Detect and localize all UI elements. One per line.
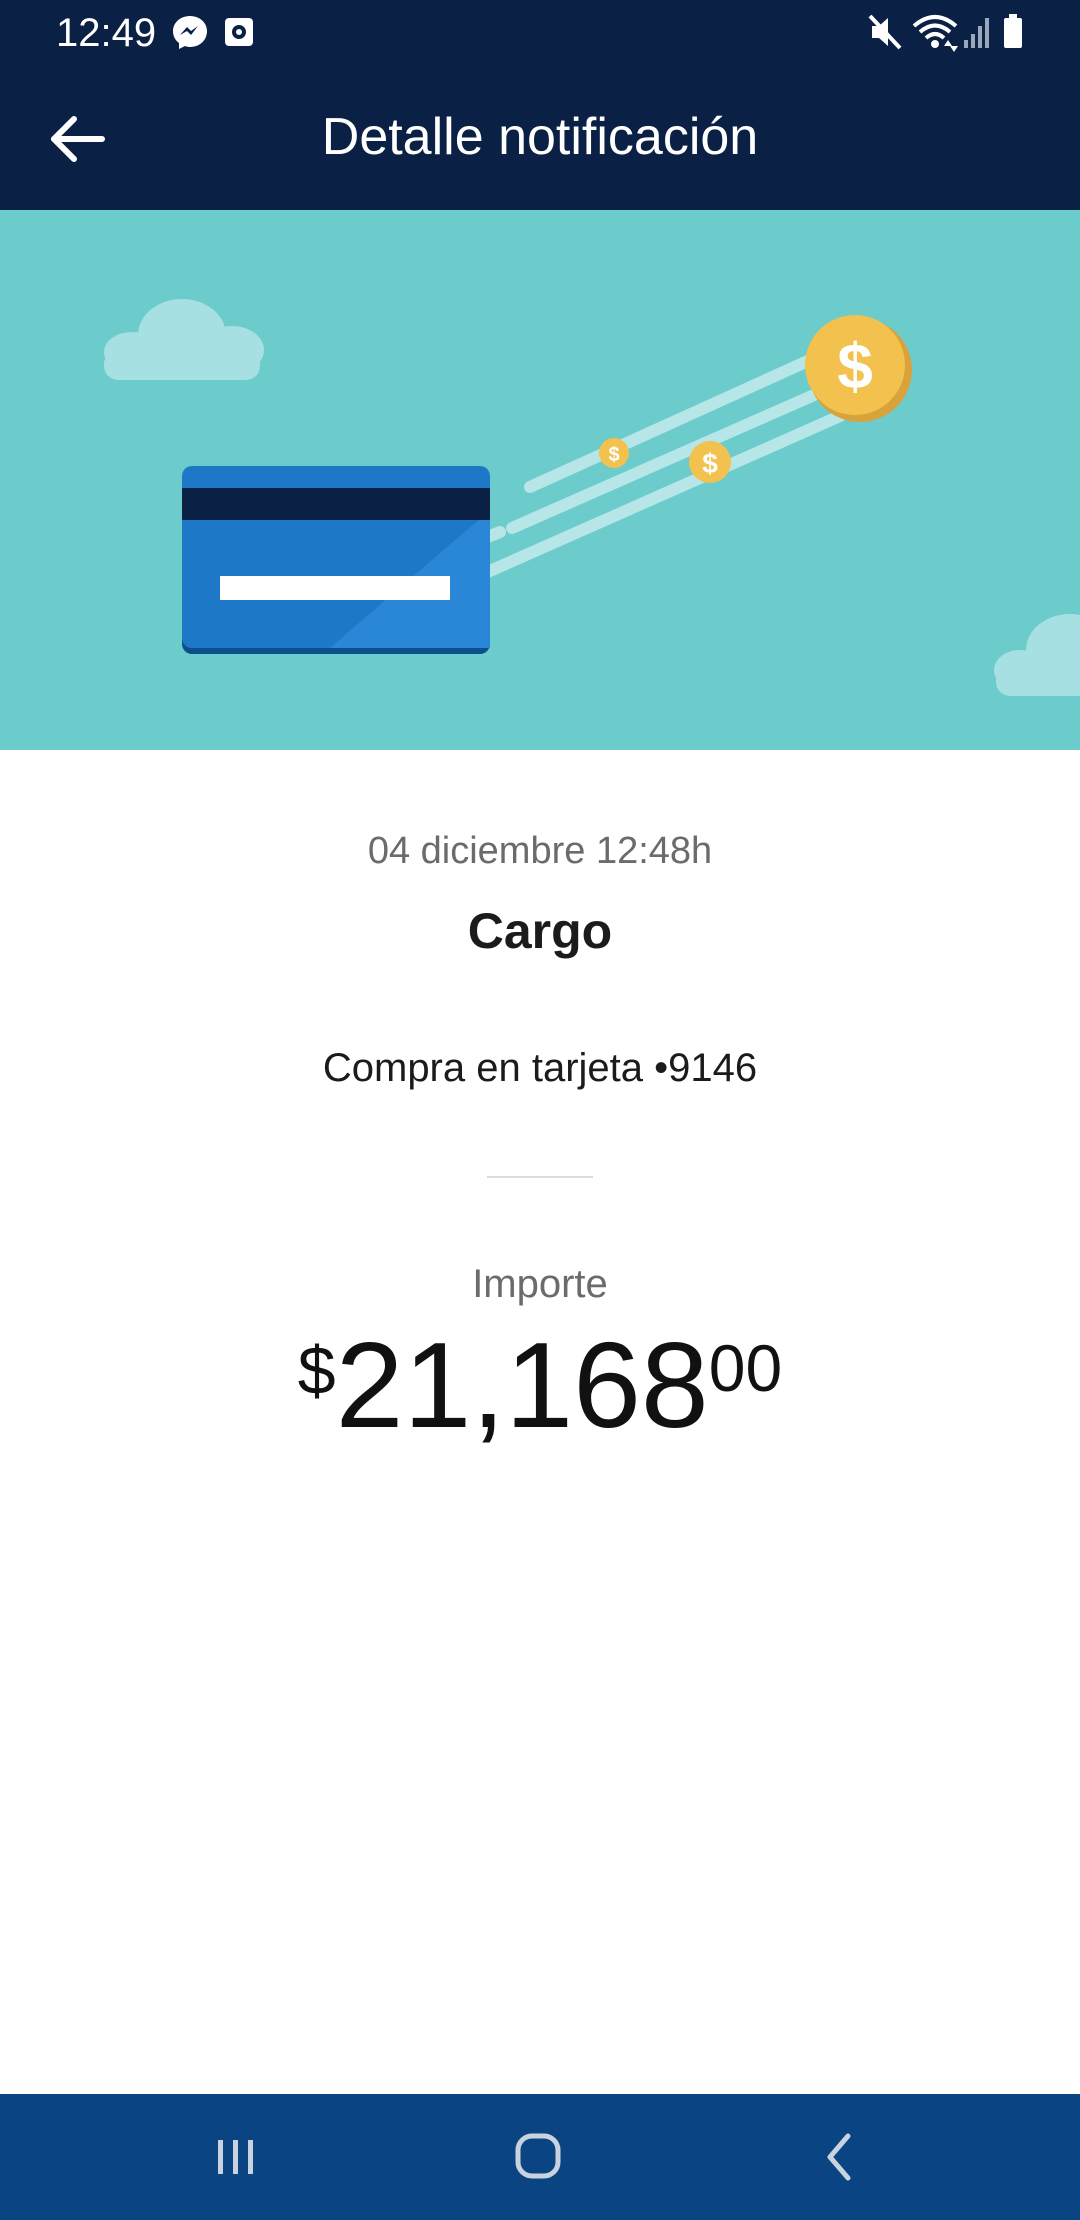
recent-apps-icon xyxy=(218,2140,253,2174)
battery-icon xyxy=(1004,14,1022,48)
notification-type: Cargo xyxy=(467,903,613,959)
app-bar: Detalle notificación xyxy=(0,66,1080,210)
messenger-icon xyxy=(173,16,207,49)
mute-icon xyxy=(868,14,902,50)
back-icon xyxy=(827,2133,851,2181)
system-nav-bar xyxy=(0,2094,1080,2220)
coin-icon: $ xyxy=(805,315,912,422)
nav-back-button[interactable] xyxy=(800,2124,880,2190)
amount-decimals: 00 xyxy=(708,1331,783,1405)
amount-integer: 21,168 xyxy=(335,1317,709,1453)
divider xyxy=(487,1176,593,1178)
notification-datetime: 04 diciembre 12:48h xyxy=(367,830,713,872)
credit-card-icon xyxy=(182,466,490,654)
status-time: 12:49 xyxy=(56,11,157,55)
wifi-icon xyxy=(912,15,958,52)
card-payment-illustration: $ $ $ xyxy=(104,299,1080,696)
amount-value: $21,16800 xyxy=(0,1310,1080,1460)
home-button[interactable] xyxy=(498,2124,578,2190)
hero-illustration: $ $ $ xyxy=(0,210,1080,750)
amount-currency: $ xyxy=(297,1333,336,1409)
screen-record-icon xyxy=(225,18,253,46)
svg-text:$: $ xyxy=(608,444,619,466)
svg-text:$: $ xyxy=(837,330,873,402)
signal-icon xyxy=(964,18,989,48)
status-bar: 12:49 xyxy=(0,0,1080,66)
motion-lines xyxy=(459,354,846,588)
svg-text:$: $ xyxy=(702,448,718,479)
cloud-icon xyxy=(104,299,264,380)
page-title: Detalle notificación xyxy=(321,108,759,166)
notification-description: Compra en tarjeta •9146 xyxy=(322,1046,758,1090)
cloud-icon xyxy=(994,614,1080,696)
coin-icon: $ xyxy=(599,438,629,468)
home-icon xyxy=(515,2133,561,2179)
amount-label: Importe xyxy=(472,1262,608,1306)
recent-apps-button[interactable] xyxy=(196,2124,276,2190)
coin-icon: $ xyxy=(689,441,731,483)
